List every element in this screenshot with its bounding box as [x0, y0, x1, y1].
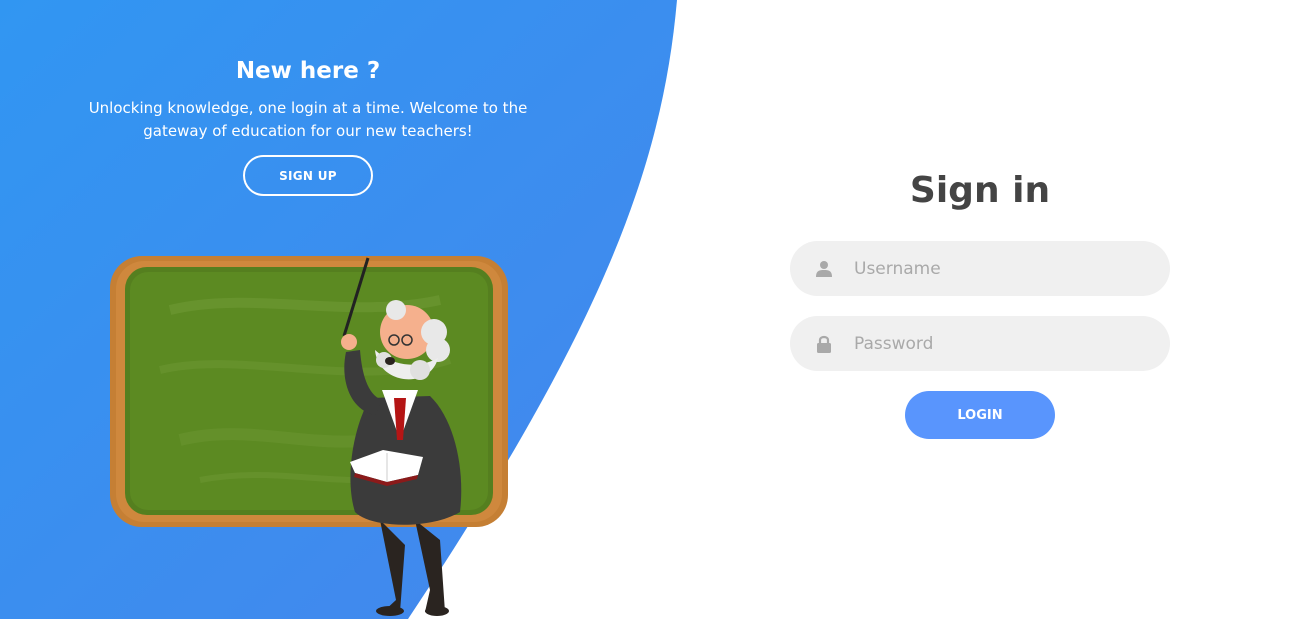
welcome-description: Unlocking knowledge, one login at a time…: [88, 99, 528, 140]
sign-up-button[interactable]: SIGN UP: [243, 155, 373, 196]
teacher-chalkboard-illustration: [110, 256, 508, 616]
password-field[interactable]: [790, 316, 1170, 371]
username-field[interactable]: [790, 241, 1170, 296]
sign-in-title: Sign in: [909, 170, 1051, 211]
lock-icon: [814, 334, 834, 354]
password-input[interactable]: [852, 332, 1136, 355]
username-input[interactable]: [852, 257, 1136, 280]
left-panel: New here ? Unlocking knowledge, one logi…: [0, 0, 620, 619]
login-button[interactable]: LOGIN: [905, 391, 1055, 439]
user-icon: [814, 259, 834, 279]
sign-in-form: Sign in LOGIN: [700, 0, 1302, 619]
new-here-title: New here ?: [235, 58, 381, 84]
